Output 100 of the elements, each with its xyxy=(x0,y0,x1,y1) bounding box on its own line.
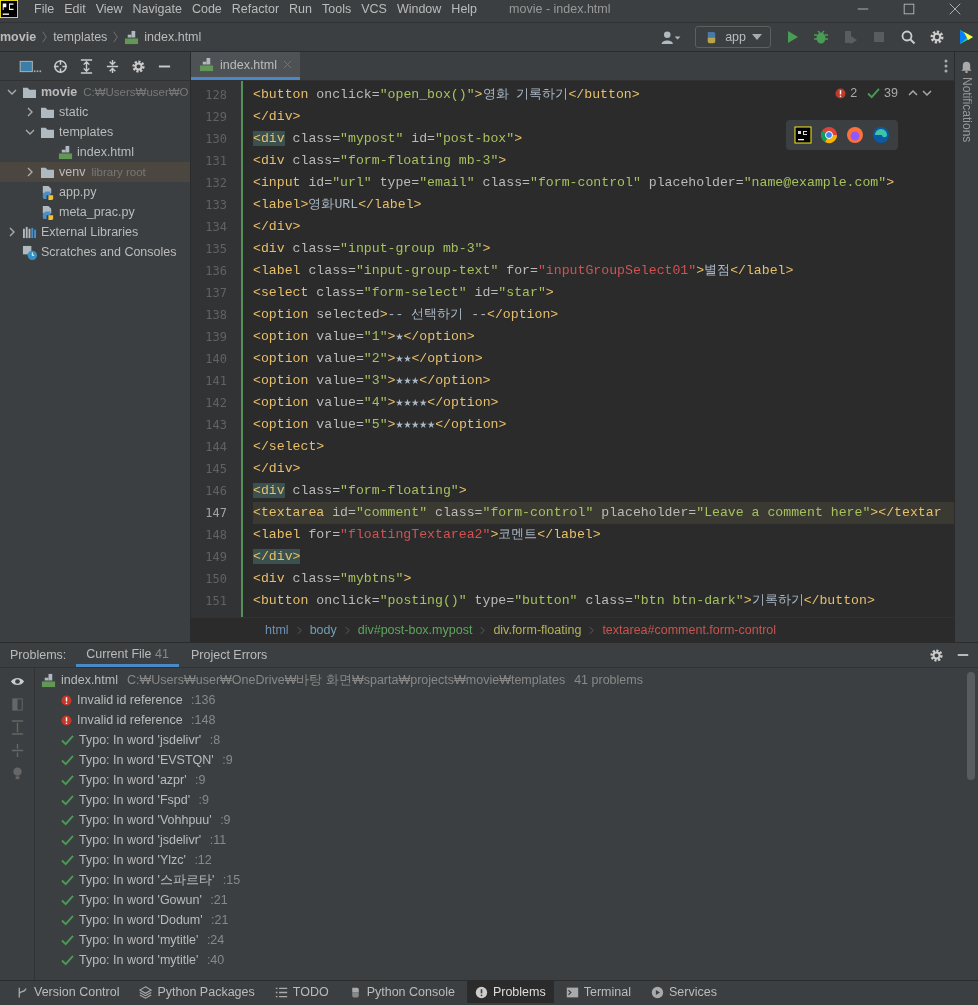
code-line: <option value="2">★★</option> xyxy=(253,350,483,368)
tree-item[interactable]: index.html xyxy=(0,142,190,162)
chevron-down-icon[interactable] xyxy=(6,87,18,97)
menu-item[interactable]: Code xyxy=(187,2,226,16)
line-number: 147 xyxy=(204,505,228,522)
problems-file-row[interactable]: index.html C:₩Users₩user₩OneDrive₩바탕 화면₩sparta₩projects₩movie₩templates 41 problems xyxy=(35,670,967,690)
problem-item[interactable]: Typo: In word 'mytitle' :24 xyxy=(35,930,967,950)
breadcrumb-item[interactable]: body xyxy=(309,623,337,637)
html-file-icon xyxy=(58,144,73,160)
play-icon xyxy=(650,985,664,999)
window-title: movie - index.html xyxy=(509,2,611,16)
tool-window-tab[interactable]: Python Console xyxy=(340,981,463,1003)
run-config-dropdown[interactable]: app xyxy=(695,26,771,48)
folder-icon xyxy=(40,165,55,179)
code-line: <option value="1">★</option> xyxy=(253,328,475,346)
python-file-icon xyxy=(40,184,55,200)
code-line: <button onclick="posting()" type="button" class="btn btn-dark">기록하기</button> xyxy=(253,592,875,610)
problem-item[interactable]: Typo: In word 'Gowun' :21 xyxy=(35,890,967,910)
code-line: <div class="mypost" id="post-box"> xyxy=(253,130,523,148)
menu-item[interactable]: VCS xyxy=(357,2,391,16)
check-icon xyxy=(867,87,881,99)
code-line: <option value="5">★★★★★</option> xyxy=(253,416,507,434)
problem-item[interactable]: Invalid id reference :136 xyxy=(35,690,967,710)
menu-item[interactable]: Run xyxy=(285,2,316,16)
layers-icon xyxy=(139,985,153,999)
problem-item[interactable]: Typo: In word 'Ylzc' :12 xyxy=(35,850,967,870)
chevron-icon xyxy=(480,625,486,635)
ide-logo-icon[interactable] xyxy=(958,29,974,45)
problem-item[interactable]: Typo: In word '스파르타' :15 xyxy=(35,870,967,890)
code-line: <label for="floatingTextarea2">코멘트</label> xyxy=(253,526,601,544)
editor-tab[interactable]: index.html xyxy=(191,52,300,80)
menu-item[interactable]: View xyxy=(91,2,127,16)
breadcrumb-item[interactable]: div.form-floating xyxy=(493,623,582,637)
check-icon xyxy=(61,794,74,806)
nav-crumb[interactable]: index.html xyxy=(144,30,202,44)
tree-item[interactable]: Scratches and Consoles xyxy=(0,242,190,262)
code-line: <div class="form-floating"> xyxy=(253,482,467,500)
tool-window-tab[interactable]: Services xyxy=(642,981,725,1003)
tree-item[interactable]: External Libraries xyxy=(0,222,190,242)
search-icon[interactable] xyxy=(900,29,916,45)
menu-item[interactable]: File xyxy=(30,2,59,16)
scope-tab[interactable]: Project Errors xyxy=(180,643,278,667)
crosshair-icon[interactable] xyxy=(53,58,68,74)
tree-item[interactable]: static xyxy=(0,102,190,122)
scrollbar-thumb[interactable] xyxy=(967,672,975,780)
menu-item[interactable]: Navigate xyxy=(128,2,186,16)
scope-tab[interactable]: Current File 41 xyxy=(76,643,179,667)
breadcrumb-item[interactable]: html xyxy=(265,623,289,637)
error-icon xyxy=(61,714,72,726)
problem-item[interactable]: Typo: In word 'Vohhpuu' :9 xyxy=(35,810,967,830)
project-view-icon[interactable] xyxy=(18,58,42,74)
nav-crumb[interactable]: templates xyxy=(53,30,108,44)
tool-window-tab[interactable]: Version Control xyxy=(8,981,128,1003)
menu-item[interactable]: Help xyxy=(447,2,482,16)
chevron-icon xyxy=(296,625,302,635)
browser-icon[interactable] xyxy=(820,126,838,144)
code-line: <button onclick="open_box()">영화 기록하기</button> xyxy=(253,86,640,104)
browser-icon[interactable] xyxy=(872,126,890,144)
folder-icon xyxy=(40,125,55,139)
tool-window-tab[interactable]: TODO xyxy=(266,981,337,1003)
menu-item[interactable]: Edit xyxy=(60,2,90,16)
ide-logo-icon[interactable] xyxy=(794,126,812,144)
code-line: <option value="3">★★★</option> xyxy=(253,372,491,390)
nav-crumb[interactable]: movie xyxy=(0,30,37,44)
problem-item[interactable]: Typo: In word 'azpr' :9 xyxy=(35,770,967,790)
settings-icon[interactable] xyxy=(131,58,146,74)
problem-item[interactable]: Typo: In word 'Fspd' :9 xyxy=(35,790,967,810)
html-file-icon xyxy=(41,672,56,688)
settings-icon[interactable] xyxy=(929,647,944,663)
tool-window-tab[interactable]: Python Packages xyxy=(131,981,263,1003)
settings-icon[interactable] xyxy=(929,29,945,45)
problem-item[interactable]: Typo: In word 'jsdelivr' :8 xyxy=(35,730,967,750)
menu-item[interactable]: Tools xyxy=(318,2,356,16)
tool-window-tab[interactable]: Terminal xyxy=(557,981,639,1003)
problem-item[interactable]: Typo: In word 'mytitle' :40 xyxy=(35,950,967,970)
list-icon xyxy=(274,985,288,999)
problem-item[interactable]: Typo: In word 'EVSTQN' :9 xyxy=(35,750,967,770)
bug-icon[interactable] xyxy=(813,29,829,45)
browser-icon[interactable] xyxy=(846,126,864,144)
notifications-tab[interactable]: Notifications xyxy=(959,77,974,143)
breadcrumb-item[interactable]: textarea#comment.form-control xyxy=(602,623,777,637)
tree-item[interactable]: meta_prac.py xyxy=(0,202,190,222)
code-line: <select class="form-select" id="star"> xyxy=(253,284,554,302)
breadcrumb-item[interactable]: div#post-box.mypost xyxy=(357,623,473,637)
code-line: <label class="input-group-text" for="inputGroupSelect01">별점</label> xyxy=(253,262,794,280)
terminal-icon xyxy=(565,985,579,999)
problem-item[interactable]: Invalid id reference :148 xyxy=(35,710,967,730)
tree-item[interactable]: app.py xyxy=(0,182,190,202)
tree-item[interactable]: movie C:₩Users₩user₩O xyxy=(0,82,190,102)
code-line: <div class="form-floating mb-3"> xyxy=(253,152,507,170)
tool-window-tab[interactable]: Problems xyxy=(466,981,554,1003)
scratch-icon xyxy=(22,244,37,260)
menu-item[interactable]: Window xyxy=(392,2,446,16)
menu-item[interactable]: Refactor xyxy=(227,2,284,16)
problem-item[interactable]: Typo: In word 'Dodum' :21 xyxy=(35,910,967,930)
chevron-down-icon[interactable] xyxy=(24,127,36,137)
tree-item[interactable]: templates xyxy=(0,122,190,142)
problem-item[interactable]: Typo: In word 'jsdelivr' :11 xyxy=(35,830,967,850)
code-line: <input id="url" type="email" class="form-control" placeholder="name@example.com"> xyxy=(253,174,895,192)
chevron-icon xyxy=(589,625,595,635)
